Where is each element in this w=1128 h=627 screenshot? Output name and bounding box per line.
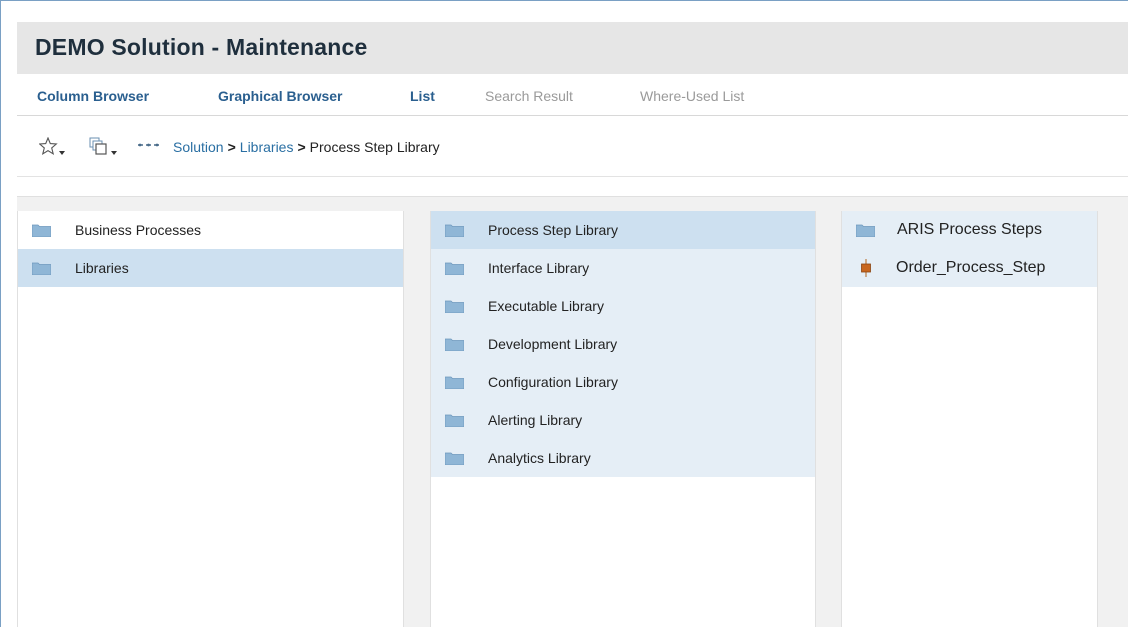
breadcrumb-solution[interactable]: Solution [173,139,224,155]
list-item-executable-library[interactable]: Executable Library [431,287,815,325]
folder-icon [444,414,465,427]
list-item-process-step-library[interactable]: Process Step Library [431,211,815,249]
column-browser: Business Processes Libraries Process Ste… [17,196,1128,627]
breadcrumb: Solution > Libraries > Process Step Library [173,139,440,155]
folder-icon [444,300,465,313]
list-item-label: Alerting Library [488,412,583,428]
list-item-interface-library[interactable]: Interface Library [431,249,815,287]
list-item-analytics-library[interactable]: Analytics Library [431,439,815,477]
column-libraries: Process Step Library Interface Library E… [430,211,816,627]
list-item-label: Executable Library [488,298,604,314]
tab-column-browser[interactable]: Column Browser [37,88,149,104]
breadcrumb-separator: > [227,139,236,155]
tab-search-result[interactable]: Search Result [485,88,573,104]
folder-icon [31,262,52,275]
folder-icon [444,376,465,389]
list-item-label: Process Step Library [488,222,618,238]
list-item-label: Configuration Library [488,374,618,390]
page-title: DEMO Solution - Maintenance [35,34,368,60]
list-item-label: Libraries [75,260,129,276]
folder-icon [444,338,465,351]
tab-graphical-browser[interactable]: Graphical Browser [218,88,343,104]
list-item-label: ARIS Process Steps [897,221,1042,238]
star-icon[interactable] [38,136,65,162]
column-solution: Business Processes Libraries [17,211,404,627]
process-step-icon [860,259,872,277]
breadcrumb-separator: > [297,139,306,155]
list-item-label: Analytics Library [488,450,591,466]
tab-list[interactable]: List [410,88,435,104]
folder-icon [444,452,465,465]
list-item-label: Order_Process_Step [896,259,1046,276]
list-item-label: Interface Library [488,260,590,276]
column-process-step-library: ARIS Process Steps Order_Process_Step [841,211,1098,627]
title-bar: DEMO Solution - Maintenance [17,22,1128,74]
ellipsis-icon[interactable] [137,139,161,157]
folder-icon [855,224,876,237]
toolbar: Solution > Libraries > Process Step Library [17,117,1128,177]
breadcrumb-libraries[interactable]: Libraries [240,139,294,155]
list-item-aris-process-steps[interactable]: ARIS Process Steps [842,211,1097,249]
list-item-label: Development Library [488,336,618,352]
list-item-development-library[interactable]: Development Library [431,325,815,363]
list-item-libraries[interactable]: Libraries [18,249,403,287]
list-item-order-process-step[interactable]: Order_Process_Step [842,249,1097,287]
folder-icon [444,262,465,275]
folder-icon [444,224,465,237]
list-item-business-processes[interactable]: Business Processes [18,211,403,249]
list-item-alerting-library[interactable]: Alerting Library [431,401,815,439]
folder-icon [31,224,52,237]
tab-where-used-list[interactable]: Where-Used List [640,88,744,104]
list-item-configuration-library[interactable]: Configuration Library [431,363,815,401]
view-tabs: Column Browser Graphical Browser List Se… [17,74,1128,116]
breadcrumb-current: Process Step Library [309,139,440,155]
list-item-label: Business Processes [75,222,202,238]
copy-windows-icon[interactable] [89,137,117,162]
